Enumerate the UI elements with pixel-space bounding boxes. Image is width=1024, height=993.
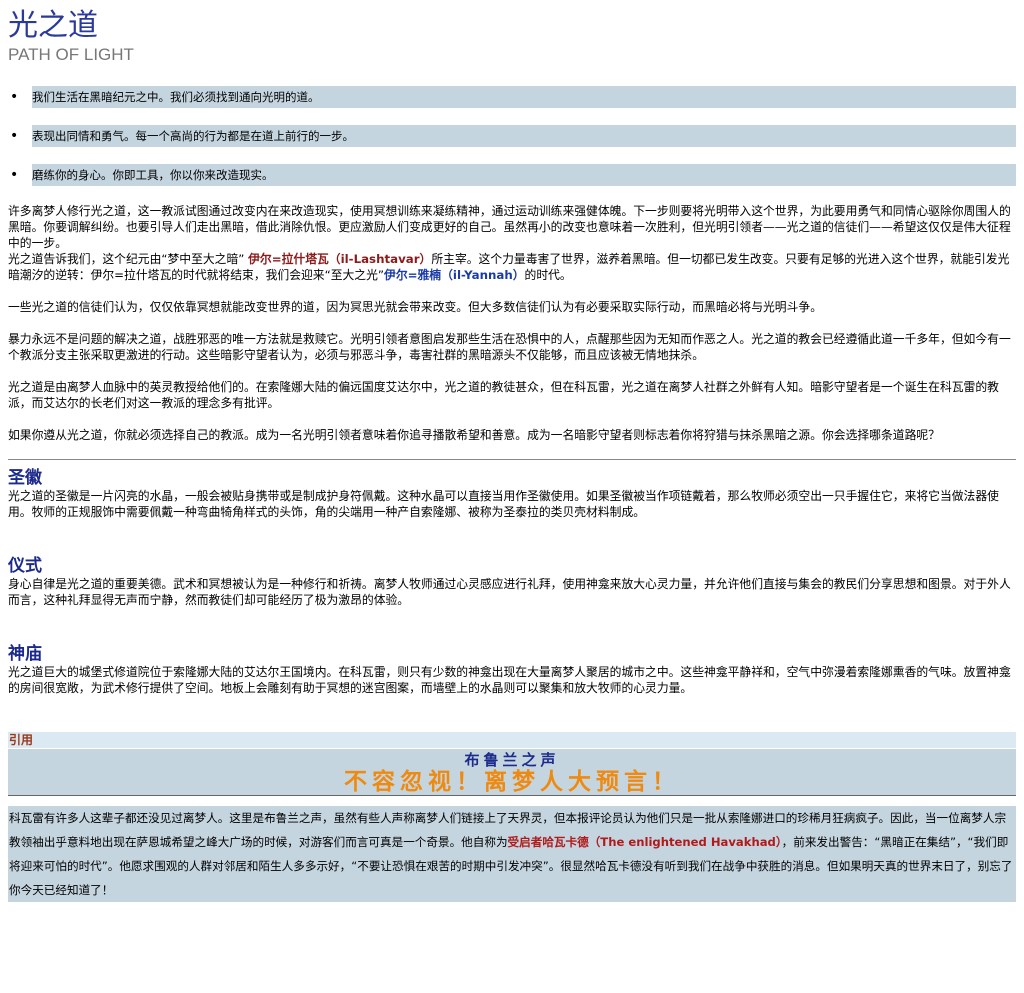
section-rituals: 仪式 身心自律是光之道的重要美德。武术和冥想被认为是一种修行和祈祷。离梦人牧师通…	[8, 556, 1016, 608]
principle-text: 磨练你的身心。你即工具，你以你来改造现实。	[32, 168, 274, 182]
principle-item: • 磨练你的身心。你即工具，你以你来改造现实。	[10, 164, 1016, 186]
quote-label: 引用	[8, 732, 1016, 748]
deity-name-yannah: 伊尔=雅楠（il-Yannah）	[384, 268, 525, 282]
principle-item: • 表现出同情和勇气。每一个高尚的行为都是在道上前行的一步。	[10, 125, 1016, 147]
section-title: 神庙	[8, 644, 42, 664]
page-title: 光之道	[8, 8, 98, 43]
section-body: 光之道的圣徽是一片闪亮的水晶，一般会被贴身携带或是制成护身符佩戴。这种水晶可以直…	[8, 489, 999, 519]
quote-block: 引用 布鲁兰之声 不容忽视！离梦人大预言！ 科瓦雷有许多人这辈子都还没见过离梦人…	[8, 732, 1016, 902]
bullet-icon: •	[10, 128, 19, 144]
intro-text: 的时代。	[524, 268, 572, 282]
bullet-icon: •	[10, 167, 19, 183]
intro-paragraph-6: 如果你遵从光之道，你就必须选择自己的教派。成为一名光明引领者意味着你追寻播散希望…	[8, 428, 940, 442]
deity-name-lashtavar: 伊尔=拉什塔瓦（il-Lashtavar）	[248, 252, 432, 266]
section-title: 圣徽	[8, 468, 42, 488]
bullet-icon: •	[10, 89, 19, 105]
page: 光之道 PATH OF LIGHT • 我们生活在黑暗纪元之中。我们必须找到通向…	[0, 8, 1024, 902]
intro-paragraph-5: 光之道是由离梦人血脉中的英灵教授给他们的。在索隆娜大陆的偏远国度艾达尔中，光之道…	[8, 380, 999, 410]
section-holy-symbol: 圣徽 光之道的圣徽是一片闪亮的水晶，一般会被贴身携带或是制成护身符佩戴。这种水晶…	[8, 468, 1016, 520]
quote-banner: 布鲁兰之声 不容忽视！离梦人大预言！	[8, 749, 1016, 796]
principle-item: • 我们生活在黑暗纪元之中。我们必须找到通向光明的道。	[10, 86, 1016, 108]
intro-paragraph-1: 许多离梦人修行光之道，这一教派试图通过改变内在来改造现实，使用冥想训练来凝练精神…	[8, 204, 1011, 250]
banner-newspaper-name: 布鲁兰之声	[464, 751, 560, 769]
quote-highlight-havakhad: 受启者哈瓦卡德（The enlightened Havakhad）	[507, 835, 782, 849]
quote-body: 科瓦雷有许多人这辈子都还没见过离梦人。这里是布鲁兰之声，虽然有些人声称离梦人们链…	[8, 806, 1016, 902]
section-body: 身心自律是光之道的重要美德。武术和冥想被认为是一种修行和祈祷。离梦人牧师通过心灵…	[8, 577, 1011, 607]
intro-text: 光之道告诉我们，这个纪元由“梦中至大之暗”	[8, 252, 249, 266]
page-subtitle: PATH OF LIGHT	[8, 45, 134, 64]
principles-list: • 我们生活在黑暗纪元之中。我们必须找到通向光明的道。 • 表现出同情和勇气。每…	[8, 86, 1016, 186]
section-temples: 神庙 光之道巨大的城堡式修道院位于索隆娜大陆的艾达尔王国境内。在科瓦雷，则只有少…	[8, 644, 1016, 696]
section-title: 仪式	[8, 556, 42, 576]
principle-text: 表现出同情和勇气。每一个高尚的行为都是在道上前行的一步。	[32, 129, 354, 143]
banner-headline: 不容忽视！离梦人大预言！	[344, 768, 680, 795]
intro-paragraph-2: 光之道告诉我们，这个纪元由“梦中至大之暗” 伊尔=拉什塔瓦（il-Lashtav…	[8, 251, 1016, 283]
intro-paragraph-4: 暴力永远不是问题的解决之道，战胜邪恶的唯一方法就是救赎它。光明引领者意图启发那些…	[8, 332, 1011, 362]
principle-text: 我们生活在黑暗纪元之中。我们必须找到通向光明的道。	[32, 90, 320, 104]
section-body: 光之道巨大的城堡式修道院位于索隆娜大陆的艾达尔王国境内。在科瓦雷，则只有少数的神…	[8, 665, 1011, 695]
divider	[8, 459, 1016, 460]
intro-paragraph-3: 一些光之道的信徒们认为，仅仅依靠冥想就能改变世界的道，因为冥思光就会带来改变。但…	[8, 300, 822, 314]
